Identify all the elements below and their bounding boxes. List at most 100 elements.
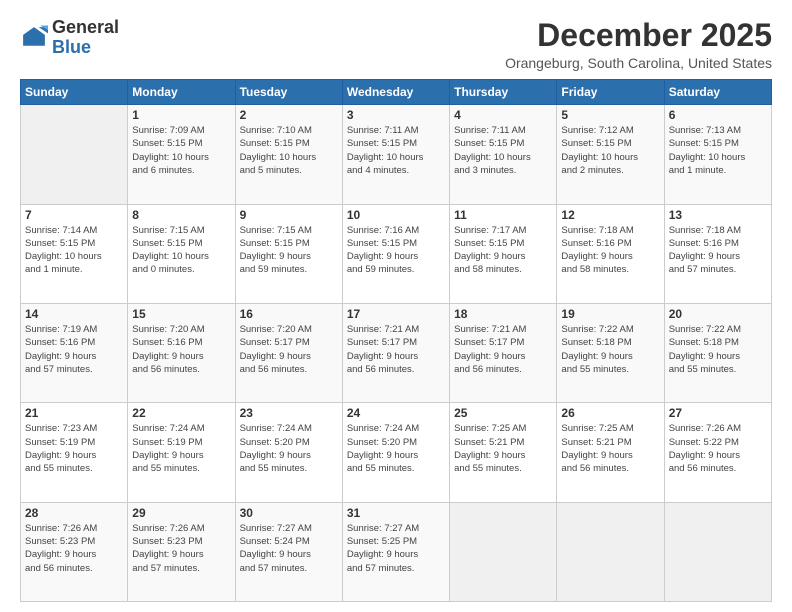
calendar-day-cell: 12 Sunrise: 7:18 AM Sunset: 5:16 PM Dayli…: [557, 204, 664, 303]
calendar-day-cell: 17 Sunrise: 7:21 AM Sunset: 5:17 PM Dayli…: [342, 303, 449, 402]
day-number: 9: [240, 208, 338, 222]
day-number: 15: [132, 307, 230, 321]
calendar-day-cell: 21 Sunrise: 7:23 AM Sunset: 5:19 PM Dayli…: [21, 403, 128, 502]
day-info: Sunrise: 7:19 AM Sunset: 5:16 PM Dayligh…: [25, 323, 123, 376]
day-number: 28: [25, 506, 123, 520]
calendar-header-day: Monday: [128, 80, 235, 105]
calendar-day-cell: 25 Sunrise: 7:25 AM Sunset: 5:21 PM Dayli…: [450, 403, 557, 502]
calendar-day-cell: 11 Sunrise: 7:17 AM Sunset: 5:15 PM Dayli…: [450, 204, 557, 303]
day-number: 17: [347, 307, 445, 321]
day-number: 24: [347, 406, 445, 420]
calendar-day-cell: [557, 502, 664, 601]
day-info: Sunrise: 7:27 AM Sunset: 5:25 PM Dayligh…: [347, 522, 445, 575]
calendar-day-cell: 24 Sunrise: 7:24 AM Sunset: 5:20 PM Dayli…: [342, 403, 449, 502]
calendar-week-row: 21 Sunrise: 7:23 AM Sunset: 5:19 PM Dayli…: [21, 403, 772, 502]
day-number: 20: [669, 307, 767, 321]
page: General Blue December 2025 Orangeburg, S…: [0, 0, 792, 612]
day-number: 21: [25, 406, 123, 420]
calendar-day-cell: 4Sunrise: 7:11 AM Sunset: 5:15 PM Daylig…: [450, 105, 557, 204]
calendar-day-cell: 1Sunrise: 7:09 AM Sunset: 5:15 PM Daylig…: [128, 105, 235, 204]
calendar-day-cell: 18Sunrise: 7:21 AM Sunset: 5:17 PM Dayli…: [450, 303, 557, 402]
day-info: Sunrise: 7:21 AM Sunset: 5:17 PM Dayligh…: [347, 323, 445, 376]
day-info: Sunrise: 7:15 AM Sunset: 5:15 PM Dayligh…: [132, 224, 230, 277]
day-info: Sunrise: 7:10 AM Sunset: 5:15 PM Dayligh…: [240, 124, 338, 177]
day-info: Sunrise: 7:20 AM Sunset: 5:17 PM Dayligh…: [240, 323, 338, 376]
day-number: 19: [561, 307, 659, 321]
day-info: Sunrise: 7:11 AM Sunset: 5:15 PM Dayligh…: [347, 124, 445, 177]
day-number: 6: [669, 108, 767, 122]
day-number: 11: [454, 208, 552, 222]
calendar-day-cell: [450, 502, 557, 601]
day-number: 14: [25, 307, 123, 321]
day-number: 12: [561, 208, 659, 222]
calendar-day-cell: 28 Sunrise: 7:26 AM Sunset: 5:23 PM Dayli…: [21, 502, 128, 601]
day-info: Sunrise: 7:27 AM Sunset: 5:24 PM Dayligh…: [240, 522, 338, 575]
day-info: Sunrise: 7:20 AM Sunset: 5:16 PM Dayligh…: [132, 323, 230, 376]
calendar-header-day: Tuesday: [235, 80, 342, 105]
calendar-day-cell: 16Sunrise: 7:20 AM Sunset: 5:17 PM Dayli…: [235, 303, 342, 402]
day-number: 30: [240, 506, 338, 520]
calendar-header-day: Wednesday: [342, 80, 449, 105]
day-number: 25: [454, 406, 552, 420]
calendar-day-cell: 8 Sunrise: 7:15 AM Sunset: 5:15 PM Daylig…: [128, 204, 235, 303]
calendar-header-day: Friday: [557, 80, 664, 105]
calendar-day-cell: 27Sunrise: 7:26 AM Sunset: 5:22 PM Dayli…: [664, 403, 771, 502]
logo-icon: [20, 24, 48, 52]
day-info: Sunrise: 7:09 AM Sunset: 5:15 PM Dayligh…: [132, 124, 230, 177]
calendar-day-cell: 7Sunrise: 7:14 AM Sunset: 5:15 PM Daylig…: [21, 204, 128, 303]
logo-general: General: [52, 17, 119, 37]
title-block: December 2025 Orangeburg, South Carolina…: [505, 18, 772, 71]
calendar-day-cell: 3 Sunrise: 7:11 AM Sunset: 5:15 PM Daylig…: [342, 105, 449, 204]
day-number: 10: [347, 208, 445, 222]
day-info: Sunrise: 7:24 AM Sunset: 5:20 PM Dayligh…: [240, 422, 338, 475]
calendar-day-cell: 5 Sunrise: 7:12 AM Sunset: 5:15 PM Daylig…: [557, 105, 664, 204]
day-number: 13: [669, 208, 767, 222]
day-number: 29: [132, 506, 230, 520]
calendar-week-row: 14 Sunrise: 7:19 AM Sunset: 5:16 PM Dayli…: [21, 303, 772, 402]
day-info: Sunrise: 7:22 AM Sunset: 5:18 PM Dayligh…: [669, 323, 767, 376]
calendar-table: SundayMondayTuesdayWednesdayThursdayFrid…: [20, 79, 772, 602]
subtitle: Orangeburg, South Carolina, United State…: [505, 55, 772, 71]
logo-blue: Blue: [52, 37, 91, 57]
calendar-header-row: SundayMondayTuesdayWednesdayThursdayFrid…: [21, 80, 772, 105]
calendar-day-cell: 19Sunrise: 7:22 AM Sunset: 5:18 PM Dayli…: [557, 303, 664, 402]
day-number: 23: [240, 406, 338, 420]
day-info: Sunrise: 7:17 AM Sunset: 5:15 PM Dayligh…: [454, 224, 552, 277]
day-info: Sunrise: 7:12 AM Sunset: 5:15 PM Dayligh…: [561, 124, 659, 177]
day-info: Sunrise: 7:13 AM Sunset: 5:15 PM Dayligh…: [669, 124, 767, 177]
day-number: 26: [561, 406, 659, 420]
calendar-day-cell: 13 Sunrise: 7:18 AM Sunset: 5:16 PM Dayli…: [664, 204, 771, 303]
day-number: 22: [132, 406, 230, 420]
main-title: December 2025: [505, 18, 772, 53]
day-info: Sunrise: 7:18 AM Sunset: 5:16 PM Dayligh…: [669, 224, 767, 277]
day-info: Sunrise: 7:24 AM Sunset: 5:20 PM Dayligh…: [347, 422, 445, 475]
calendar-day-cell: 15 Sunrise: 7:20 AM Sunset: 5:16 PM Dayli…: [128, 303, 235, 402]
calendar-day-cell: [21, 105, 128, 204]
calendar-week-row: 7Sunrise: 7:14 AM Sunset: 5:15 PM Daylig…: [21, 204, 772, 303]
calendar-week-row: 1Sunrise: 7:09 AM Sunset: 5:15 PM Daylig…: [21, 105, 772, 204]
calendar-day-cell: 9 Sunrise: 7:15 AM Sunset: 5:15 PM Daylig…: [235, 204, 342, 303]
day-number: 2: [240, 108, 338, 122]
calendar-day-cell: 14 Sunrise: 7:19 AM Sunset: 5:16 PM Dayli…: [21, 303, 128, 402]
day-number: 7: [25, 208, 123, 222]
calendar-day-cell: 22Sunrise: 7:24 AM Sunset: 5:19 PM Dayli…: [128, 403, 235, 502]
calendar-header-day: Thursday: [450, 80, 557, 105]
day-info: Sunrise: 7:25 AM Sunset: 5:21 PM Dayligh…: [454, 422, 552, 475]
day-number: 27: [669, 406, 767, 420]
day-info: Sunrise: 7:23 AM Sunset: 5:19 PM Dayligh…: [25, 422, 123, 475]
day-info: Sunrise: 7:26 AM Sunset: 5:23 PM Dayligh…: [25, 522, 123, 575]
logo: General Blue: [20, 18, 119, 58]
day-number: 4: [454, 108, 552, 122]
day-number: 31: [347, 506, 445, 520]
calendar-day-cell: 30 Sunrise: 7:27 AM Sunset: 5:24 PM Dayli…: [235, 502, 342, 601]
day-number: 3: [347, 108, 445, 122]
logo-text: General Blue: [52, 18, 119, 58]
calendar-day-cell: 23 Sunrise: 7:24 AM Sunset: 5:20 PM Dayli…: [235, 403, 342, 502]
calendar-day-cell: 10 Sunrise: 7:16 AM Sunset: 5:15 PM Dayli…: [342, 204, 449, 303]
calendar-week-row: 28 Sunrise: 7:26 AM Sunset: 5:23 PM Dayli…: [21, 502, 772, 601]
day-info: Sunrise: 7:18 AM Sunset: 5:16 PM Dayligh…: [561, 224, 659, 277]
day-number: 5: [561, 108, 659, 122]
day-info: Sunrise: 7:15 AM Sunset: 5:15 PM Dayligh…: [240, 224, 338, 277]
day-number: 8: [132, 208, 230, 222]
day-info: Sunrise: 7:16 AM Sunset: 5:15 PM Dayligh…: [347, 224, 445, 277]
